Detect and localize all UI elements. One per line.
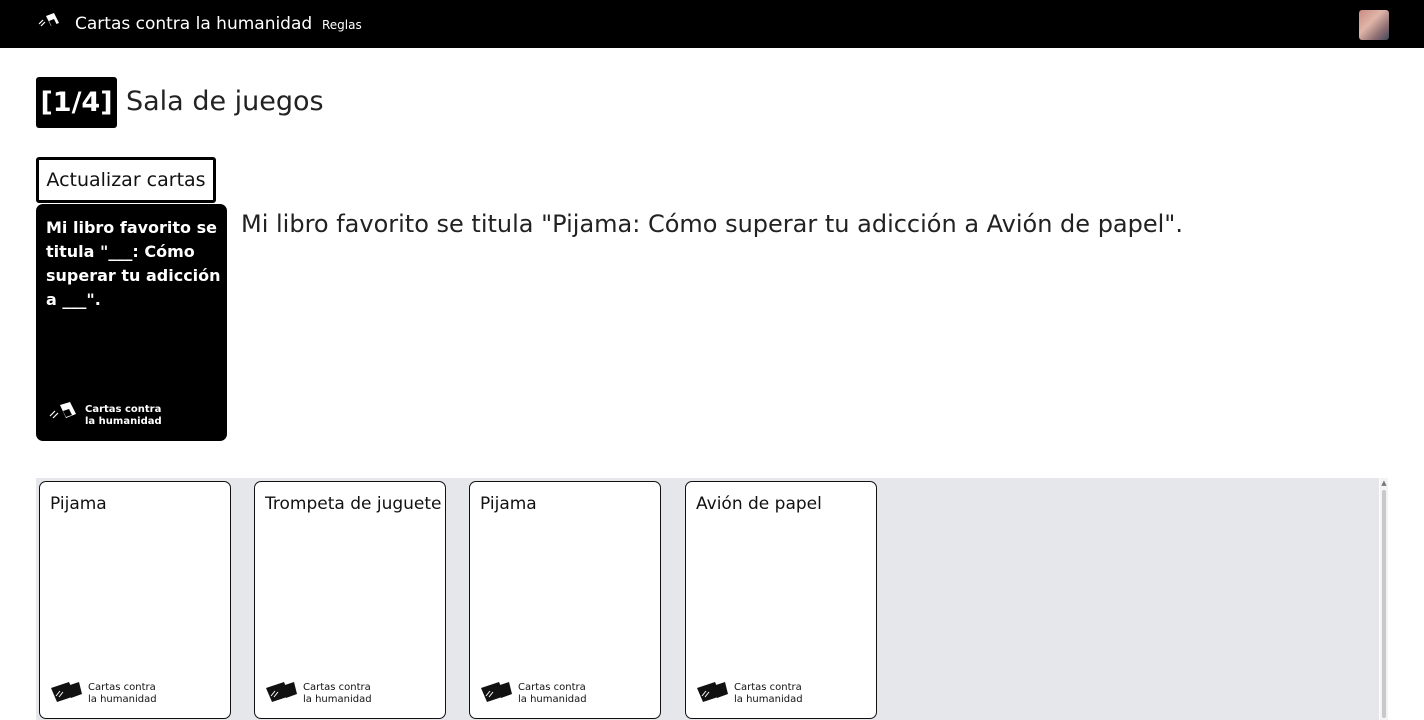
scroll-thumb[interactable] — [1382, 490, 1386, 718]
brand-line-1: Cartas contra — [85, 404, 162, 415]
scroll-up-icon[interactable]: ▲ — [1380, 478, 1388, 488]
black-card-text: Mi libro favorito se titula "___: Cómo s… — [46, 218, 221, 309]
black-card-brand: Cartas contra la humanidad — [85, 404, 175, 428]
white-card[interactable]: Pijama Cartas contra la humanidad — [469, 481, 661, 719]
cards-logo-icon[interactable] — [36, 12, 60, 34]
white-card-brand: Cartas contra la humanidad — [734, 682, 824, 706]
brand-line-2: la humanidad — [734, 694, 803, 705]
cards-logo-icon — [697, 682, 728, 702]
white-card-text: Avión de papel — [696, 494, 822, 514]
rules-link[interactable]: Reglas — [322, 18, 362, 32]
answer-sentence: Mi libro favorito se titula "Pijama: Cóm… — [241, 210, 1183, 238]
brand-line-2: la humanidad — [518, 694, 587, 705]
brand-line-2: la humanidad — [303, 694, 372, 705]
hand-scrollbar[interactable]: ▲ — [1380, 478, 1388, 720]
brand-line-2: la humanidad — [85, 416, 162, 427]
app-title[interactable]: Cartas contra la humanidad — [75, 14, 312, 34]
brand-line-2: la humanidad — [88, 694, 157, 705]
user-avatar[interactable] — [1359, 10, 1389, 40]
navbar: Cartas contra la humanidad Reglas — [0, 0, 1424, 48]
white-card[interactable]: Avión de papel Cartas contra la humanida… — [685, 481, 877, 719]
brand-line-1: Cartas contra — [88, 682, 156, 693]
brand-line-1: Cartas contra — [734, 682, 802, 693]
brand-line-1: Cartas contra — [518, 682, 586, 693]
cards-logo-icon — [266, 682, 297, 702]
white-card-text: Pijama — [50, 494, 107, 514]
cards-logo-icon — [51, 682, 82, 702]
white-card-brand: Cartas contra la humanidad — [518, 682, 608, 706]
round-badge: [1/4] — [36, 77, 117, 128]
refresh-cards-button[interactable]: Actualizar cartas — [36, 157, 216, 203]
white-card-text: Pijama — [480, 494, 537, 514]
white-card-brand: Cartas contra la humanidad — [88, 682, 178, 706]
black-card: Mi libro favorito se titula "___: Cómo s… — [36, 204, 227, 441]
white-card-brand: Cartas contra la humanidad — [303, 682, 393, 706]
white-card[interactable]: Pijama Cartas contra la humanidad — [39, 481, 231, 719]
white-card[interactable]: Trompeta de juguete Cartas contra la hum… — [254, 481, 446, 719]
white-card-text: Trompeta de juguete — [265, 494, 442, 514]
cards-logo-icon — [481, 682, 512, 702]
cards-logo-icon — [49, 402, 76, 419]
page-title: Sala de juegos — [126, 86, 324, 117]
brand-line-1: Cartas contra — [303, 682, 371, 693]
